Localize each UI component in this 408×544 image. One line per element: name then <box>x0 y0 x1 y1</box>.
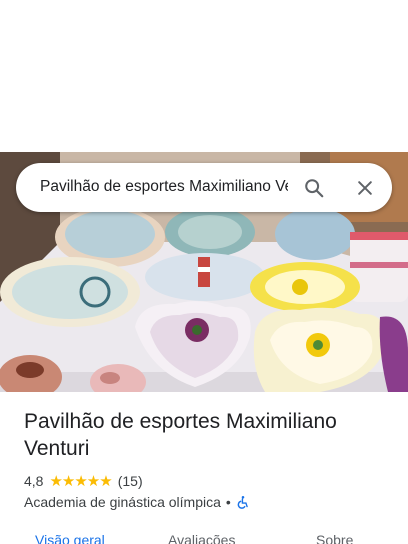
rating-row[interactable]: 4,8 ★★★★★ (15) <box>24 472 143 490</box>
search-input[interactable]: Pavilhão de esportes Maximiliano Venturi <box>40 178 288 196</box>
map-blank-area <box>0 0 408 152</box>
separator-dot: • <box>225 494 231 510</box>
tab-bar: Visão geral Avaliações Sobre <box>0 528 408 544</box>
category-row: Academia de ginástica olímpica • <box>24 493 250 511</box>
search-icon <box>305 179 324 198</box>
wheelchair-icon[interactable] <box>236 495 250 510</box>
place-title: Pavilhão de esportes Maximiliano Venturi <box>24 410 337 460</box>
place-category: Academia de ginástica olímpica <box>24 494 221 510</box>
rating-value: 4,8 <box>24 473 44 489</box>
review-count[interactable]: (15) <box>118 473 143 489</box>
tab-about[interactable]: Sobre <box>316 532 353 544</box>
tab-overview[interactable]: Visão geral <box>35 532 105 544</box>
tab-reviews[interactable]: Avaliações <box>168 532 235 544</box>
rating-stars-icon: ★★★★★ <box>49 473 112 490</box>
search-bar[interactable]: Pavilhão de esportes Maximiliano Venturi <box>16 163 392 212</box>
close-icon <box>358 181 372 195</box>
close-button[interactable] <box>352 175 378 201</box>
search-button[interactable] <box>301 175 327 201</box>
